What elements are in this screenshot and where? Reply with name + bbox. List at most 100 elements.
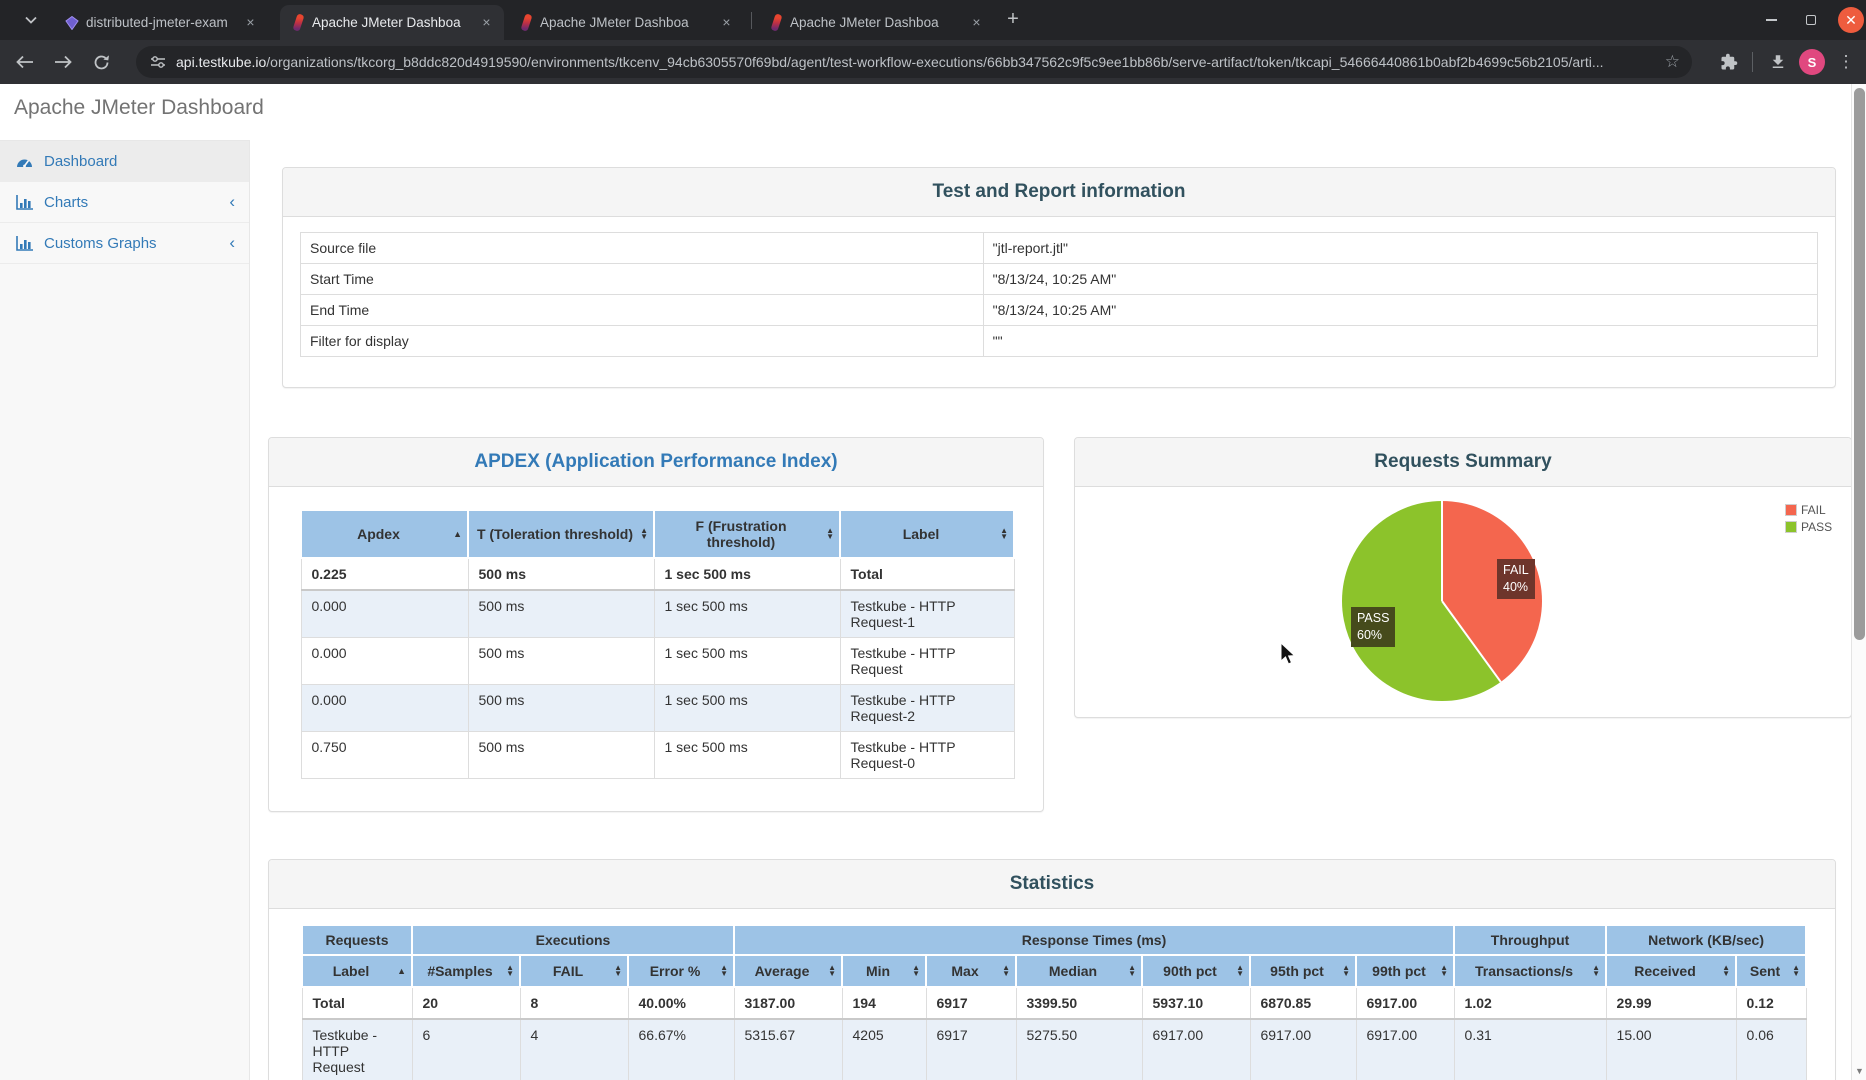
sidebar-item-dashboard[interactable]: Dashboard	[0, 141, 249, 182]
sort-icon: ▲▼	[1128, 965, 1136, 977]
table-cell: Testkube - HTTP Request-1	[840, 590, 1014, 638]
back-button[interactable]	[10, 47, 40, 77]
tab-search-button[interactable]	[18, 9, 44, 31]
table-cell: 6917	[926, 1019, 1016, 1080]
requests-summary-pie-chart[interactable]: FAIL 40% PASS 60%	[1342, 501, 1542, 701]
url-domain: api.testkube.io	[176, 54, 266, 70]
column-header[interactable]: Max▲▼	[926, 955, 1016, 987]
column-header[interactable]: Error %▲▼	[628, 955, 734, 987]
window-close-button[interactable]: ✕	[1836, 0, 1866, 40]
column-header[interactable]: 95th pct▲▼	[1250, 955, 1356, 987]
panel-title[interactable]: APDEX (Application Performance Index)	[269, 438, 1043, 487]
column-header[interactable]: Average▲▼	[734, 955, 842, 987]
column-header[interactable]: Min▲▼	[842, 955, 926, 987]
reload-button[interactable]	[86, 47, 116, 77]
test-report-info-panel: Test and Report information Source file …	[282, 167, 1836, 388]
sort-icon: ▲▼	[1722, 965, 1730, 977]
back-arrow-icon	[16, 55, 34, 69]
tab-jmeter-dashboard-2[interactable]: Apache JMeter Dashboa ×	[508, 5, 744, 40]
column-header[interactable]: Sent▲▼	[1736, 955, 1806, 987]
tab-title: distributed-jmeter-exam	[86, 15, 236, 30]
bookmark-star-icon[interactable]: ☆	[1665, 52, 1680, 72]
column-header[interactable]: 99th pct▲▼	[1356, 955, 1454, 987]
profile-button[interactable]: S	[1797, 47, 1827, 77]
tab-jmeter-dashboard-3[interactable]: Apache JMeter Dashboa ×	[758, 5, 994, 40]
apdex-table: Apdex▲T (Toleration threshold)▲▼F (Frust…	[300, 509, 1015, 779]
scrollbar-down-arrow[interactable]: ▼	[1855, 1066, 1864, 1076]
table-cell: 6917	[926, 987, 1016, 1019]
browser-toolbar: api.testkube.io/organizations/tkcorg_b8d…	[0, 40, 1866, 84]
download-icon	[1769, 53, 1787, 71]
column-header[interactable]: Received▲▼	[1606, 955, 1736, 987]
table-cell: 1 sec 500 ms	[654, 732, 840, 779]
info-label: Start Time	[301, 264, 984, 295]
panel-title: Test and Report information	[283, 168, 1835, 217]
column-header[interactable]: Median▲▼	[1016, 955, 1142, 987]
table-header-row: Label▲#Samples▲▼FAIL▲▼Error %▲▼Average▲▼…	[302, 955, 1806, 987]
downloads-button[interactable]	[1763, 47, 1793, 77]
bar-chart-icon	[16, 236, 36, 251]
pie-divider	[1441, 501, 1443, 601]
info-value: "8/13/24, 10:25 AM"	[983, 295, 1817, 326]
table-cell: 500 ms	[468, 685, 654, 732]
column-header[interactable]: Apdex▲	[301, 510, 468, 558]
column-header[interactable]: #Samples▲▼	[412, 955, 520, 987]
column-header[interactable]: Transactions/s▲▼	[1454, 955, 1606, 987]
table-cell: 29.99	[1606, 987, 1736, 1019]
column-header[interactable]: T (Toleration threshold)▲▼	[468, 510, 654, 558]
column-header[interactable]: FAIL▲▼	[520, 955, 628, 987]
forward-button[interactable]	[48, 47, 78, 77]
legend-item-pass[interactable]: PASS	[1785, 520, 1832, 534]
table-row: Source file "jtl-report.jtl"	[301, 233, 1818, 264]
url-bar[interactable]: api.testkube.io/organizations/tkcorg_b8d…	[136, 46, 1692, 78]
pie-divider	[1441, 600, 1501, 682]
column-header[interactable]: Label▲▼	[840, 510, 1014, 558]
new-tab-button[interactable]: +	[1000, 7, 1026, 33]
sidebar-item-customs-graphs[interactable]: Customs Graphs ‹	[0, 223, 249, 264]
close-tab-icon[interactable]: ×	[968, 14, 985, 31]
table-cell: 1 sec 500 ms	[654, 638, 840, 685]
table-group-header-row: RequestsExecutionsResponse Times (ms)Thr…	[302, 925, 1806, 955]
site-controls-icon[interactable]	[150, 54, 166, 70]
close-tab-icon[interactable]: ×	[242, 14, 259, 31]
table-cell: Testkube - HTTP Request-0	[840, 732, 1014, 779]
tab-distributed-jmeter[interactable]: distributed-jmeter-exam ×	[54, 5, 268, 40]
column-group-header: Throughput	[1454, 925, 1606, 955]
column-header[interactable]: 90th pct▲▼	[1142, 955, 1250, 987]
extensions-button[interactable]	[1714, 47, 1744, 77]
table-cell: 6917.00	[1356, 1019, 1454, 1080]
table-cell: 0.31	[1454, 1019, 1606, 1080]
tab-title: Apache JMeter Dashboa	[540, 15, 712, 30]
close-tab-icon[interactable]: ×	[718, 14, 735, 31]
table-row: End Time "8/13/24, 10:25 AM"	[301, 295, 1818, 326]
tab-jmeter-dashboard-1[interactable]: Apache JMeter Dashboa ×	[280, 5, 504, 40]
sort-asc-icon: ▲	[397, 966, 406, 976]
column-header[interactable]: Label▲	[302, 955, 412, 987]
sort-icon: ▲▼	[826, 528, 834, 540]
close-tab-icon[interactable]: ×	[478, 14, 495, 31]
chevron-left-icon[interactable]: ‹	[229, 233, 235, 253]
tab-bar: distributed-jmeter-exam × Apache JMeter …	[0, 0, 1866, 40]
tab-title: Apache JMeter Dashboa	[312, 15, 472, 30]
url-text[interactable]: api.testkube.io/organizations/tkcorg_b8d…	[176, 54, 1653, 70]
pie-slice-label-pass: PASS 60%	[1351, 607, 1395, 647]
chevron-left-icon[interactable]: ‹	[229, 192, 235, 212]
sidebar-item-charts[interactable]: Charts ‹	[0, 182, 249, 223]
sort-icon: ▲▼	[1342, 965, 1350, 977]
page-scrollbar[interactable]: ▼	[1851, 84, 1866, 1080]
table-cell: 0.000	[301, 638, 468, 685]
table-cell: 3187.00	[734, 987, 842, 1019]
window-maximize-button[interactable]	[1796, 0, 1826, 40]
window-minimize-button[interactable]	[1756, 0, 1786, 40]
table-row: 0.000500 ms1 sec 500 msTestkube - HTTP R…	[301, 638, 1014, 685]
sidebar-item-label: Dashboard	[44, 153, 117, 170]
legend-item-fail[interactable]: FAIL	[1785, 503, 1832, 517]
table-cell: 0.000	[301, 685, 468, 732]
tab-title: Apache JMeter Dashboa	[790, 15, 962, 30]
table-cell: 40.00%	[628, 987, 734, 1019]
browser-menu-button[interactable]: ⋮	[1833, 47, 1859, 77]
column-header[interactable]: F (Frustration threshold)▲▼	[654, 510, 840, 558]
sort-icon: ▲▼	[614, 965, 622, 977]
sidebar-item-label: Charts	[44, 194, 88, 211]
scrollbar-thumb[interactable]	[1854, 88, 1865, 640]
